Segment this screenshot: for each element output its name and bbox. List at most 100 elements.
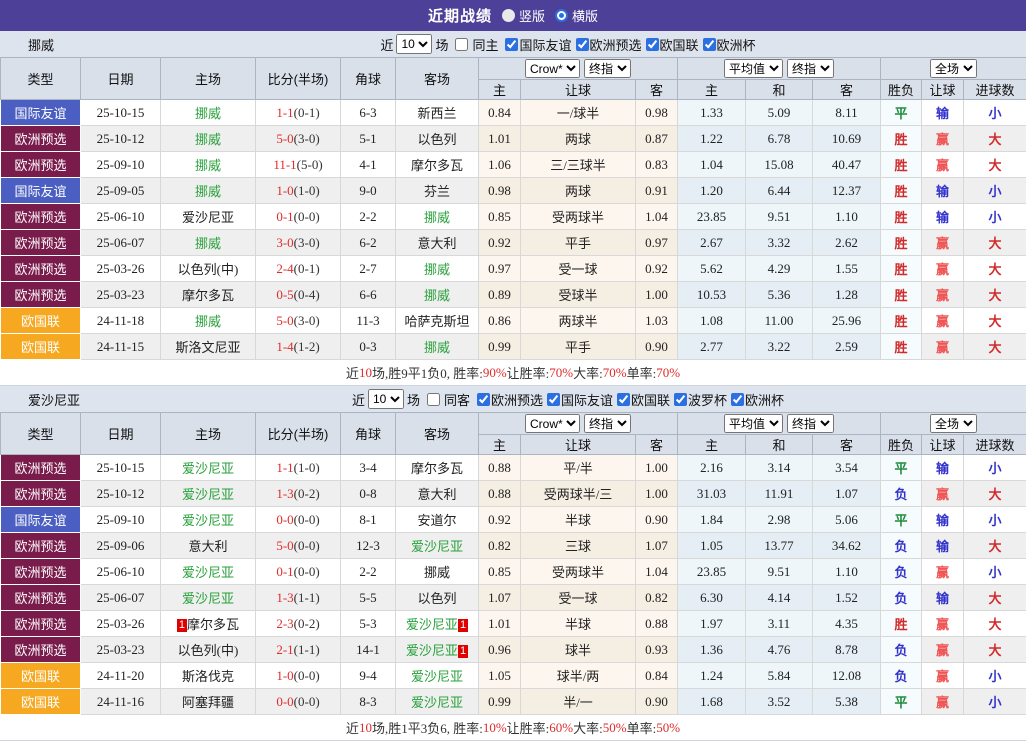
- away-team-name[interactable]: 挪威: [424, 340, 450, 355]
- home-team-cell: 挪威: [161, 126, 256, 152]
- home-team-name[interactable]: 挪威: [195, 106, 221, 121]
- fulltime-scope-select[interactable]: 全场: [930, 414, 977, 433]
- radio-unselected-icon: [502, 9, 515, 22]
- league-filter[interactable]: 欧洲杯: [699, 35, 756, 54]
- away-team-name[interactable]: 爱沙尼亚: [411, 669, 463, 684]
- league-checkbox[interactable]: [505, 38, 518, 51]
- league-filter[interactable]: 国际友谊: [543, 390, 613, 409]
- home-team-name[interactable]: 挪威: [195, 236, 221, 251]
- away-team-name[interactable]: 摩尔多瓦: [411, 461, 463, 476]
- away-team-name[interactable]: 挪威: [424, 210, 450, 225]
- away-team-name[interactable]: 爱沙尼亚: [406, 643, 458, 658]
- league-label: 欧洲预选: [491, 390, 543, 409]
- away-team-name[interactable]: 以色列: [417, 132, 456, 147]
- league-filter[interactable]: 欧国联: [613, 390, 670, 409]
- recent-count-select[interactable]: 10: [396, 34, 432, 54]
- match-type-badge: 欧洲预选: [1, 256, 81, 282]
- league-filter[interactable]: 欧洲杯: [727, 390, 784, 409]
- odds-final-select[interactable]: 终指: [584, 414, 631, 433]
- home-team-name[interactable]: 摩尔多瓦: [182, 288, 234, 303]
- home-team-name[interactable]: 阿塞拜疆: [182, 695, 234, 710]
- home-team-name[interactable]: 挪威: [195, 314, 221, 329]
- league-checkbox[interactable]: [674, 393, 687, 406]
- home-team-name[interactable]: 斯洛伐克: [182, 669, 234, 684]
- away-team-name[interactable]: 意大利: [417, 487, 456, 502]
- league-filter[interactable]: 欧国联: [642, 35, 699, 54]
- away-team-name[interactable]: 爱沙尼亚: [411, 695, 463, 710]
- home-team-name[interactable]: 挪威: [195, 158, 221, 173]
- league-filter[interactable]: 国际友谊: [501, 35, 571, 54]
- away-team-name[interactable]: 以色列: [417, 591, 456, 606]
- league-checkbox[interactable]: [477, 393, 490, 406]
- match-date: 24-11-15: [81, 334, 161, 360]
- league-checkbox[interactable]: [646, 38, 659, 51]
- view-option-horizontal[interactable]: 横版: [555, 6, 598, 25]
- result-goals: 大: [964, 126, 1026, 152]
- home-team-cell: 挪威: [161, 100, 256, 126]
- same-venue-checkbox[interactable]: [455, 38, 468, 51]
- recent-count-select[interactable]: 10: [368, 389, 404, 409]
- view-option-vertical[interactable]: 竖版: [502, 6, 545, 25]
- league-filter[interactable]: 波罗杯: [670, 390, 727, 409]
- home-team-name[interactable]: 爱沙尼亚: [182, 210, 234, 225]
- league-checkbox[interactable]: [731, 393, 744, 406]
- home-team-name[interactable]: 爱沙尼亚: [182, 461, 234, 476]
- away-team-name[interactable]: 爱沙尼亚: [411, 539, 463, 554]
- home-team-name[interactable]: 爱沙尼亚: [182, 565, 234, 580]
- avg-away-odds: 1.10: [813, 204, 881, 230]
- home-team-name[interactable]: 挪威: [195, 184, 221, 199]
- match-date: 25-09-05: [81, 178, 161, 204]
- avg-final-select[interactable]: 终指: [787, 414, 834, 433]
- home-team-name[interactable]: 斯洛文尼亚: [175, 340, 240, 355]
- handicap-line: 平/半: [521, 455, 636, 481]
- away-team-name[interactable]: 芬兰: [424, 184, 450, 199]
- league-checkbox[interactable]: [617, 393, 630, 406]
- away-team-name[interactable]: 挪威: [424, 288, 450, 303]
- odds-final-select[interactable]: 终指: [584, 59, 631, 78]
- results-body: 国际友谊 25-10-15 挪威 1-1(0-1) 6-3 新西兰 0.84 一…: [1, 100, 1026, 360]
- result-goals: 大: [964, 585, 1026, 611]
- home-team-name[interactable]: 爱沙尼亚: [182, 591, 234, 606]
- avg-final-select[interactable]: 终指: [787, 59, 834, 78]
- away-team-cell: 意大利: [396, 230, 479, 256]
- result-outcome: 胜: [881, 230, 922, 256]
- avg-primary-select[interactable]: 平均值: [724, 59, 783, 78]
- same-venue-checkbox[interactable]: [427, 393, 440, 406]
- odds-primary-select[interactable]: Crow*: [525, 414, 580, 433]
- odds-group-header: Crow*终指: [479, 58, 678, 80]
- view-option-label: 横版: [572, 6, 598, 25]
- home-team-name[interactable]: 挪威: [195, 132, 221, 147]
- away-team-name[interactable]: 挪威: [424, 565, 450, 580]
- home-team-name[interactable]: 以色列(中): [178, 262, 239, 277]
- avg-away-odds: 5.38: [813, 689, 881, 715]
- away-team-name[interactable]: 意大利: [417, 236, 456, 251]
- away-team-name[interactable]: 哈萨克斯坦: [404, 314, 469, 329]
- handicap-away-odds: 0.87: [636, 126, 678, 152]
- league-checkbox[interactable]: [703, 38, 716, 51]
- home-team-name[interactable]: 爱沙尼亚: [182, 487, 234, 502]
- home-team-name[interactable]: 爱沙尼亚: [182, 513, 234, 528]
- corner-score: 6-2: [341, 230, 396, 256]
- avg-draw-odds: 6.44: [746, 178, 813, 204]
- away-team-name[interactable]: 摩尔多瓦: [411, 158, 463, 173]
- league-filter[interactable]: 欧洲预选: [473, 390, 543, 409]
- league-checkbox[interactable]: [576, 38, 589, 51]
- avg-primary-select[interactable]: 平均值: [724, 414, 783, 433]
- away-team-name[interactable]: 爱沙尼亚: [406, 617, 458, 632]
- home-team-name[interactable]: 摩尔多瓦: [187, 617, 239, 632]
- away-team-name[interactable]: 安道尔: [417, 513, 456, 528]
- home-team-cell: 挪威: [161, 152, 256, 178]
- odds-primary-select[interactable]: Crow*: [525, 59, 580, 78]
- league-checkbox[interactable]: [547, 393, 560, 406]
- home-team-name[interactable]: 以色列(中): [178, 643, 239, 658]
- match-date: 25-06-10: [81, 559, 161, 585]
- fulltime-scope-select[interactable]: 全场: [930, 59, 977, 78]
- result-goals: 大: [964, 282, 1026, 308]
- away-team-name[interactable]: 挪威: [424, 262, 450, 277]
- away-team-name[interactable]: 新西兰: [417, 106, 456, 121]
- avg-draw-odds: 3.11: [746, 611, 813, 637]
- league-filter[interactable]: 欧洲预选: [572, 35, 642, 54]
- summary-segment: 90%: [483, 365, 507, 381]
- filter-bar: 近 10 场 同主 国际友谊欧洲预选欧国联欧洲杯: [380, 34, 755, 54]
- home-team-name[interactable]: 意大利: [188, 539, 227, 554]
